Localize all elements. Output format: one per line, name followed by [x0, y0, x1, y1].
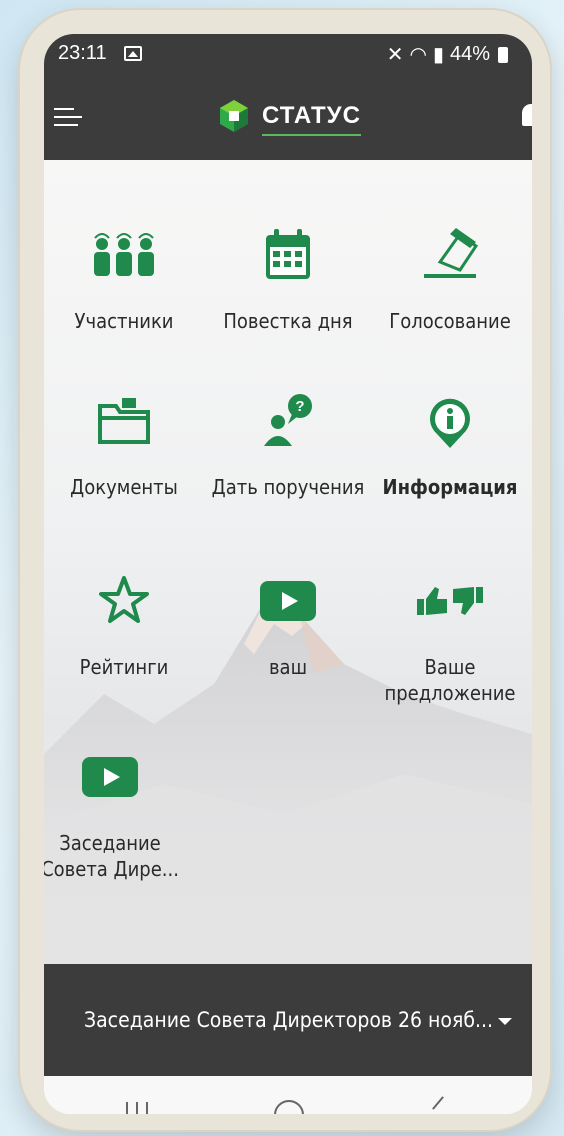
- play-icon: [260, 581, 316, 621]
- hamburger-menu-icon[interactable]: [54, 108, 82, 128]
- tile-label: Рейтинги: [79, 655, 169, 679]
- tile-documents[interactable]: Документы: [44, 392, 204, 500]
- meeting-selector-bar[interactable]: Заседание Совета Директоров 26 нояб...: [44, 964, 532, 1076]
- play-icon: [82, 757, 138, 797]
- tile-label: Документы: [70, 475, 178, 499]
- tile-label: Участники: [74, 309, 174, 333]
- tile-proposal[interactable]: Ваше предложение: [370, 572, 530, 706]
- tile-information[interactable]: Информация: [370, 392, 530, 500]
- question-person-icon: ?: [264, 394, 312, 446]
- mute-icon: ✕: [386, 44, 404, 66]
- notification-bell-icon[interactable]: [522, 104, 532, 126]
- app-logo: СТАТУС: [216, 98, 361, 136]
- tile-video[interactable]: ваш: [208, 572, 368, 680]
- thumbs-icon: [417, 587, 483, 615]
- phone-screen: 23:11 ✕ ◠ ▮ 44% СТАТУС Участники Повестк…: [44, 34, 532, 1114]
- tile-label: Голосование: [389, 309, 511, 333]
- svg-text:?: ?: [295, 398, 304, 415]
- status-time: 23:11: [58, 42, 107, 64]
- vote-icon: [424, 228, 479, 278]
- tile-voting[interactable]: Голосование: [370, 226, 530, 334]
- tile-label: Ваше предложение: [384, 655, 516, 705]
- back-icon[interactable]: [432, 1096, 444, 1110]
- main-content: Участники Повестка дня Голосование Докум…: [44, 160, 532, 964]
- system-icons: ✕ ◠ ▮ 44%: [387, 42, 508, 67]
- tile-agenda[interactable]: Повестка дня: [208, 226, 368, 334]
- participants-icon: [94, 233, 154, 276]
- app-title: СТАТУС: [262, 102, 361, 136]
- tile-assignments[interactable]: ? Дать поручения: [208, 392, 368, 500]
- logo-hexagon-icon: [220, 100, 248, 132]
- tile-label: Повестка дня: [223, 309, 353, 333]
- wifi-icon: ◠: [409, 44, 427, 66]
- android-navbar: [44, 1076, 532, 1114]
- star-icon: [99, 576, 149, 623]
- dropdown-caret-icon[interactable]: [498, 1018, 512, 1025]
- home-icon[interactable]: [274, 1100, 304, 1114]
- recent-apps-icon[interactable]: [126, 1102, 148, 1114]
- tile-ratings[interactable]: Рейтинги: [44, 572, 204, 680]
- battery-icon: [498, 46, 508, 63]
- gallery-icon: [124, 46, 142, 61]
- calendar-icon: [266, 229, 310, 279]
- tile-label: Заседание Совета Дире...: [44, 831, 179, 881]
- signal-icon: ▮: [432, 44, 444, 66]
- tile-label: Дать поручения: [211, 475, 365, 499]
- battery-percent: 44%: [449, 43, 490, 65]
- tile-label: Информация: [382, 475, 518, 499]
- tile-participants[interactable]: Участники: [44, 226, 204, 334]
- info-icon: [430, 398, 470, 448]
- tile-meeting-video[interactable]: Заседание Совета Дире...: [44, 748, 190, 882]
- app-bar: СТАТУС: [44, 90, 532, 150]
- status-bar: 23:11 ✕ ◠ ▮ 44%: [44, 42, 532, 74]
- folder-icon: [98, 398, 150, 444]
- tile-label: ваш: [268, 655, 308, 679]
- top-bar: 23:11 ✕ ◠ ▮ 44% СТАТУС: [44, 34, 532, 160]
- meeting-select-value[interactable]: Заседание Совета Директоров 26 нояб...: [84, 1008, 493, 1032]
